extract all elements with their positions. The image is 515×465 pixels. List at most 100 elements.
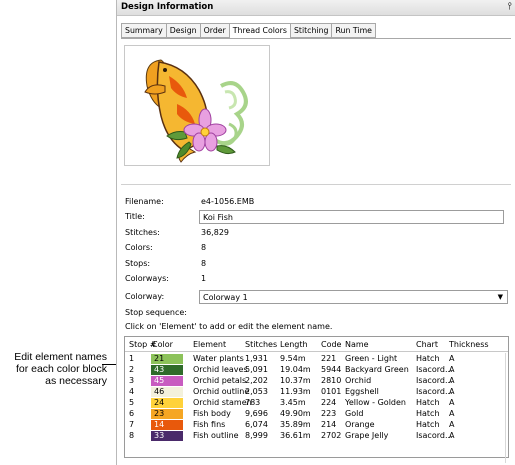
table-row[interactable]: 23 6 Fish body 9,696 49.90m 223 Gold Hatch A <box>125 409 508 419</box>
filename-value: e4-1056.EMB <box>201 197 255 206</box>
cell-code: 221 <box>321 354 337 363</box>
pin-icon[interactable]: ⫯ <box>508 1 512 12</box>
title-label: Title: <box>125 212 145 221</box>
cell-stop: 2 <box>129 365 135 374</box>
callout-line-1: Edit element names <box>14 351 107 363</box>
cell-length: 35.89m <box>280 420 311 429</box>
thread-colors-table: Stop # Color Element Stitches Length Cod… <box>124 336 509 463</box>
column-header-element[interactable]: Element <box>193 340 226 349</box>
color-swatch[interactable]: 45 <box>151 376 183 386</box>
color-swatch[interactable]: 24 <box>151 398 183 408</box>
cell-stitches: 9,696 <box>245 409 268 418</box>
cell-chart: Isacord... <box>416 431 453 440</box>
stop-sequence-label: Stop sequence: <box>125 308 187 317</box>
element-name-cell[interactable]: Water plants <box>193 354 244 364</box>
cell-code: 223 <box>321 409 337 418</box>
color-swatch[interactable]: 21 <box>151 354 183 364</box>
cell-length: 10.37m <box>280 376 311 385</box>
cell-name: Orchid <box>345 376 372 385</box>
tab-run-time[interactable]: Run Time <box>331 23 376 38</box>
element-name-cell[interactable]: Orchid outline <box>193 387 249 397</box>
color-swatch[interactable]: 23 <box>151 409 183 419</box>
column-header-length[interactable]: Length <box>280 340 308 349</box>
callout-line-3: as necessary <box>45 375 107 387</box>
table-header: Stop # Color Element Stitches Length Cod… <box>125 337 508 352</box>
cell-stop: 7 <box>129 420 135 429</box>
cell-length: 11.93m <box>280 387 311 396</box>
cell-stitches: 8,999 <box>245 431 268 440</box>
cell-stitches: 2,202 <box>245 376 268 385</box>
koi-fish-image <box>144 59 248 163</box>
color-number: 21 <box>154 354 165 363</box>
cell-code: 224 <box>321 398 337 407</box>
column-header-name[interactable]: Name <box>345 340 369 349</box>
tab-stitching[interactable]: Stitching <box>289 23 332 38</box>
cell-stitches: 783 <box>245 398 261 407</box>
table-hint-text: Click on 'Element' to add or edit the el… <box>125 322 333 331</box>
cell-code: 214 <box>321 420 337 429</box>
element-name-cell[interactable]: Fish fins <box>193 420 225 430</box>
colorway-label: Colorway: <box>125 292 165 301</box>
tab-design[interactable]: Design <box>165 23 200 38</box>
color-swatch[interactable]: 33 <box>151 431 183 441</box>
table-row[interactable]: 43 2 Orchid leaves 5,091 19.04m 5944 Backyard … <box>125 365 508 375</box>
element-name-cell[interactable]: Orchid stamen <box>193 398 252 408</box>
table-row[interactable]: 45 3 Orchid petals 2,202 10.37m 2810 Orchid Isa… <box>125 376 508 386</box>
column-header-color[interactable]: Color <box>152 340 173 349</box>
panel-title: Design Information <box>121 2 214 12</box>
callout-annotation: Edit element names for each color block … <box>0 351 107 387</box>
element-name-cell[interactable]: Fish outline <box>193 431 239 441</box>
element-name-cell[interactable]: Orchid petals <box>193 376 246 386</box>
column-header-thickness[interactable]: Thickness <box>449 340 489 349</box>
chevron-down-icon[interactable]: ▼ <box>498 291 503 303</box>
color-number: 43 <box>154 365 165 374</box>
cell-name: Gold <box>345 409 364 418</box>
colorway-selected-value: Colorway 1 <box>203 293 248 302</box>
color-number: 45 <box>154 376 165 385</box>
element-name-cell[interactable]: Orchid leaves <box>193 365 248 375</box>
cell-name: Backyard Green <box>345 365 409 374</box>
cell-stop: 8 <box>129 431 135 440</box>
tab-order[interactable]: Order <box>199 23 229 38</box>
filename-label: Filename: <box>125 197 164 206</box>
color-swatch[interactable]: 46 <box>151 387 183 397</box>
color-swatch[interactable]: 14 <box>151 420 183 430</box>
cell-stitches: 5,091 <box>245 365 268 374</box>
cell-code: 0101 <box>321 387 342 396</box>
cell-length: 36.61m <box>280 431 311 440</box>
color-swatch[interactable]: 43 <box>151 365 183 375</box>
column-header-code[interactable]: Code <box>321 340 341 349</box>
cell-thickness: A <box>449 354 455 363</box>
cell-thickness: A <box>449 431 455 440</box>
column-divider <box>505 353 506 463</box>
cell-length: 19.04m <box>280 365 311 374</box>
colorways-value: 1 <box>201 274 207 283</box>
column-header-chart[interactable]: Chart <box>416 340 438 349</box>
cell-chart: Hatch <box>416 420 440 429</box>
colorways-label: Colorways: <box>125 274 169 283</box>
tab-summary[interactable]: Summary <box>121 23 166 38</box>
cell-stop: 6 <box>129 409 135 418</box>
panel-titlebar: Design Information ⫯ <box>117 0 515 16</box>
table-row[interactable]: 24 5 Orchid stamen 783 3.45m 224 Yellow - Gold… <box>125 398 508 408</box>
tab-thread-colors[interactable]: Thread Colors <box>228 23 290 39</box>
stitches-value: 36,829 <box>201 228 229 237</box>
cell-thickness: A <box>449 376 455 385</box>
cell-thickness: A <box>449 409 455 418</box>
element-name-cell[interactable]: Fish body <box>193 409 231 419</box>
table-row[interactable]: 46 4 Orchid outline 2,053 11.93m 0101 Eggshell… <box>125 387 508 397</box>
cell-name: Eggshell <box>345 387 379 396</box>
table-row[interactable]: 33 8 Fish outline 8,999 36.61m 2702 Grape Jell… <box>125 431 508 441</box>
table-row[interactable]: 14 7 Fish fins 6,074 35.89m 214 Orange Hatch A <box>125 420 508 430</box>
tab-underline <box>121 38 511 39</box>
colors-value: 8 <box>201 243 207 252</box>
cell-length: 9.54m <box>280 354 306 363</box>
cell-stitches: 2,053 <box>245 387 268 396</box>
color-number: 14 <box>154 420 165 429</box>
cell-name: Green - Light <box>345 354 398 363</box>
title-input[interactable]: Koi Fish <box>199 210 504 224</box>
table-row[interactable]: 21 1 Water plants 1,931 9.54m 221 Green - Ligh… <box>125 354 508 364</box>
colorway-select[interactable]: Colorway 1 ▼ <box>199 290 508 304</box>
cell-thickness: A <box>449 387 455 396</box>
column-header-stitches[interactable]: Stitches <box>245 340 277 349</box>
